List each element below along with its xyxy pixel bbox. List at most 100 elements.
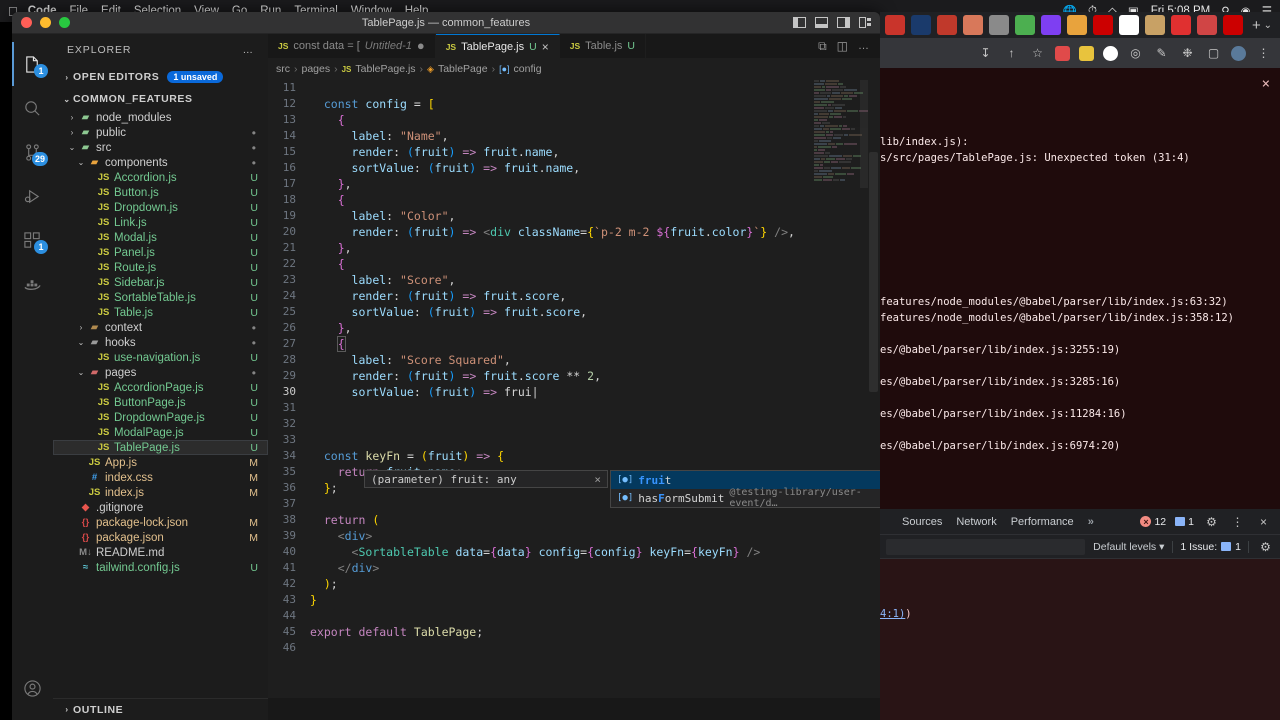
open-editors-section[interactable]: › OPEN EDITORS 1 unsaved bbox=[53, 66, 268, 88]
code-line[interactable]: 30 sortValue: (fruit) => frui| bbox=[268, 384, 880, 400]
code-line[interactable]: 39 <div> bbox=[268, 528, 880, 544]
workspace-folder-row[interactable]: ⌄ COMMON_FEATURES bbox=[53, 88, 268, 110]
code-line[interactable]: 46 bbox=[268, 640, 880, 656]
explorer-more-actions-icon[interactable]: … bbox=[243, 44, 255, 56]
browser-tab-favicon[interactable] bbox=[885, 15, 905, 35]
code-line[interactable]: 25 sortValue: (fruit) => fruit.score, bbox=[268, 304, 880, 320]
code-line[interactable]: 26 }, bbox=[268, 320, 880, 336]
tree-item-table-js[interactable]: JS Table.js U bbox=[53, 305, 268, 320]
tree-item-link-js[interactable]: JS Link.js U bbox=[53, 215, 268, 230]
profile-avatar-icon[interactable] bbox=[1231, 46, 1246, 61]
code-line[interactable]: 27 { bbox=[268, 336, 880, 352]
code-line[interactable]: 32 bbox=[268, 416, 880, 432]
tree-item-index-css[interactable]: # index.css M bbox=[53, 470, 268, 485]
activity-item-run-and-debug[interactable] bbox=[12, 174, 53, 218]
code-editor[interactable]: 11 12 const config = [13 {14 label: "Name… bbox=[268, 80, 880, 698]
browser-tab-favicon[interactable] bbox=[1197, 15, 1217, 35]
minimize-window-button[interactable] bbox=[40, 17, 51, 28]
code-line[interactable]: 33 bbox=[268, 432, 880, 448]
browser-tab-favicon[interactable] bbox=[1119, 15, 1139, 35]
code-line[interactable]: 17 }, bbox=[268, 176, 880, 192]
warning-count-badge[interactable]: 1 bbox=[1175, 516, 1194, 528]
log-levels-dropdown[interactable]: Default levels ▾ bbox=[1093, 541, 1164, 553]
browser-menu-icon[interactable]: ⋮ bbox=[1255, 45, 1272, 62]
editor-tab-table-js[interactable]: JS Table.js U bbox=[560, 34, 646, 58]
breadcrumb-item-symbol[interactable]: TablePage bbox=[438, 63, 488, 75]
outline-section[interactable]: › OUTLINE bbox=[53, 698, 268, 720]
issues-badge[interactable]: 1 Issue: 1 bbox=[1172, 541, 1249, 553]
more-vertical-icon[interactable]: ⋮ bbox=[1229, 513, 1246, 530]
extension-blue-icon[interactable] bbox=[1103, 46, 1118, 61]
tree-item-node-modules[interactable]: › ▰ node_modules bbox=[53, 110, 268, 125]
split-editor-down-icon[interactable]: ⧉ bbox=[818, 39, 827, 54]
code-line[interactable]: 14 label: "Name", bbox=[268, 128, 880, 144]
tree-item-app-js[interactable]: JS App.js M bbox=[53, 455, 268, 470]
tree-item-hooks[interactable]: ⌄ ▰ hooks • bbox=[53, 335, 268, 350]
extension-panel-icon[interactable]: ▢ bbox=[1205, 45, 1222, 62]
tree-item-dropdown-js[interactable]: JS Dropdown.js U bbox=[53, 200, 268, 215]
extensions-puzzle-icon[interactable]: ❉ bbox=[1179, 45, 1196, 62]
extension-pen-icon[interactable]: ✎ bbox=[1153, 45, 1170, 62]
breadcrumb-item-variable[interactable]: config bbox=[514, 63, 542, 75]
maximize-window-button[interactable] bbox=[59, 17, 70, 28]
close-icon[interactable]: × bbox=[594, 473, 601, 486]
code-line[interactable]: 20 render: (fruit) => <div className={`p… bbox=[268, 224, 880, 240]
activity-item-accounts[interactable] bbox=[12, 666, 53, 710]
code-line[interactable]: 24 render: (fruit) => fruit.score, bbox=[268, 288, 880, 304]
share-icon[interactable]: ↑ bbox=[1003, 45, 1020, 62]
tree-item-context[interactable]: › ▰ context • bbox=[53, 320, 268, 335]
code-line[interactable]: 19 label: "Color", bbox=[268, 208, 880, 224]
code-line[interactable]: 21 }, bbox=[268, 240, 880, 256]
tree-item-readme-md[interactable]: M↓ README.md bbox=[53, 545, 268, 560]
tree-item-accordion-js[interactable]: JS Accordion.js U bbox=[53, 170, 268, 185]
console-line[interactable]: 4:1)) bbox=[880, 607, 1280, 622]
tree-item-sortabletable-js[interactable]: JS SortableTable.js U bbox=[53, 290, 268, 305]
code-line[interactable]: 34 const keyFn = (fruit) => { bbox=[268, 448, 880, 464]
more-tabs-icon[interactable]: » bbox=[1088, 516, 1094, 528]
code-line[interactable]: 44 bbox=[268, 608, 880, 624]
browser-tab-favicon[interactable] bbox=[1015, 15, 1035, 35]
tree-item-buttonpage-js[interactable]: JS ButtonPage.js U bbox=[53, 395, 268, 410]
browser-tab-favicon[interactable] bbox=[1067, 15, 1087, 35]
breadcrumb-item-pages[interactable]: pages bbox=[302, 63, 331, 75]
browser-tab-favicon[interactable] bbox=[1041, 15, 1061, 35]
activity-item-search[interactable] bbox=[12, 86, 53, 130]
activity-item-extensions[interactable]: 1 bbox=[12, 218, 53, 262]
tree-item-sidebar-js[interactable]: JS Sidebar.js U bbox=[53, 275, 268, 290]
console-settings-gear-icon[interactable]: ⚙ bbox=[1257, 538, 1274, 555]
tree-item-package-json[interactable]: {} package.json M bbox=[53, 530, 268, 545]
editor-tab-tablepage-js[interactable]: JS TablePage.js U × bbox=[436, 34, 560, 58]
more-actions-icon[interactable]: … bbox=[858, 40, 870, 52]
tree-item-package-lock-json[interactable]: {} package-lock.json M bbox=[53, 515, 268, 530]
split-editor-right-icon[interactable]: ◫ bbox=[837, 39, 848, 53]
bookmark-star-icon[interactable]: ☆ bbox=[1029, 45, 1046, 62]
close-icon[interactable]: × bbox=[1262, 76, 1270, 92]
tree-item-index-js[interactable]: JS index.js M bbox=[53, 485, 268, 500]
code-line[interactable]: 42 ); bbox=[268, 576, 880, 592]
tree-item-use-navigation-js[interactable]: JS use-navigation.js U bbox=[53, 350, 268, 365]
tree-item-public[interactable]: › ▰ public • bbox=[53, 125, 268, 140]
customize-layout-icon[interactable] bbox=[859, 17, 872, 28]
console-filter-input[interactable] bbox=[886, 539, 1085, 555]
browser-tab-favicon[interactable] bbox=[1093, 15, 1113, 35]
console-source-link[interactable]: 4:1) bbox=[880, 608, 905, 620]
tree-item-modalpage-js[interactable]: JS ModalPage.js U bbox=[53, 425, 268, 440]
breadcrumb-item-src[interactable]: src bbox=[276, 63, 290, 75]
code-line[interactable]: 13 { bbox=[268, 112, 880, 128]
tab-performance[interactable]: Performance bbox=[1011, 516, 1074, 528]
tree-item-pages[interactable]: ⌄ ▰ pages • bbox=[53, 365, 268, 380]
code-line[interactable]: 16 sortValue: (fruit) => fruit.name, bbox=[268, 160, 880, 176]
code-line[interactable]: 22 { bbox=[268, 256, 880, 272]
toggle-panel-icon[interactable] bbox=[815, 17, 828, 28]
browser-tab-favicon[interactable] bbox=[963, 15, 983, 35]
toggle-secondary-sidebar-icon[interactable] bbox=[837, 17, 850, 28]
code-line[interactable]: 31 bbox=[268, 400, 880, 416]
browser-tab-favicon[interactable] bbox=[1145, 15, 1165, 35]
browser-tab-favicon[interactable] bbox=[989, 15, 1009, 35]
editor-tab-const-data----[interactable]: JS const data = [Untitled-1 ● bbox=[268, 34, 436, 58]
tree-item-accordionpage-js[interactable]: JS AccordionPage.js U bbox=[53, 380, 268, 395]
suggestion-list[interactable]: [●] fruit [●] hasFormSubmit @testing-library… bbox=[610, 470, 880, 508]
tree-item-panel-js[interactable]: JS Panel.js U bbox=[53, 245, 268, 260]
tree-item-route-js[interactable]: JS Route.js U bbox=[53, 260, 268, 275]
code-line[interactable]: 18 { bbox=[268, 192, 880, 208]
